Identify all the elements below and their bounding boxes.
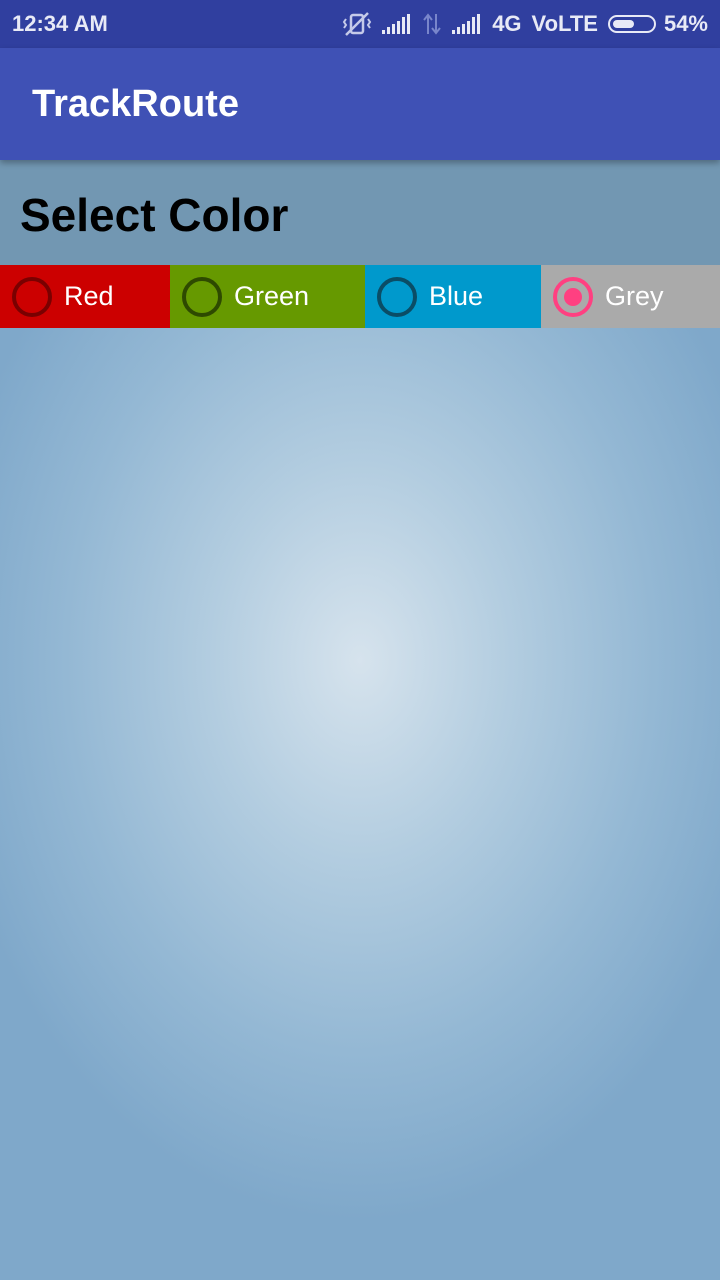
- radio-button-icon[interactable]: [12, 276, 52, 317]
- radio-button-icon[interactable]: [553, 276, 593, 317]
- network-type: 4G: [492, 11, 522, 36]
- status-icons: 4G VoLTE 54%: [342, 11, 708, 37]
- select-color-header: Select Color: [0, 160, 720, 265]
- status-time: 12:34 AM: [12, 11, 108, 36]
- status-bar: 12:34 AM 4G VoLTE 54%: [0, 0, 720, 48]
- app-title: TrackRoute: [32, 82, 239, 125]
- radio-label: Grey: [605, 281, 664, 311]
- radio-option-grey[interactable]: Grey: [541, 265, 720, 328]
- radio-option-blue[interactable]: Blue: [365, 265, 541, 328]
- page-title: Select Color: [20, 188, 289, 241]
- app-bar: TrackRoute: [0, 48, 720, 160]
- battery: 54%: [607, 11, 708, 37]
- radio-label: Green: [234, 281, 310, 311]
- radio-option-red[interactable]: Red: [0, 265, 170, 328]
- signal-icon: [382, 13, 412, 35]
- color-radio-group: Red Green Blue Grey: [0, 265, 720, 328]
- radio-label: Red: [64, 281, 114, 311]
- volte-label: VoLTE: [531, 11, 598, 36]
- vibrate-off-icon: [342, 11, 372, 37]
- radio-option-green[interactable]: Green: [170, 265, 365, 328]
- battery-fill: [612, 20, 634, 28]
- signal-icon: [452, 13, 482, 35]
- screen: 12:34 AM 4G VoLTE 54% TrackRoute Select …: [0, 0, 720, 1280]
- radio-selected-dot: [564, 287, 582, 306]
- radio-label: Blue: [429, 281, 484, 311]
- radio-button-icon[interactable]: [377, 276, 417, 317]
- battery-icon: [607, 15, 656, 33]
- radio-button-icon[interactable]: [182, 276, 222, 317]
- battery-percent: 54%: [663, 11, 708, 36]
- data-arrows-icon: [422, 12, 442, 36]
